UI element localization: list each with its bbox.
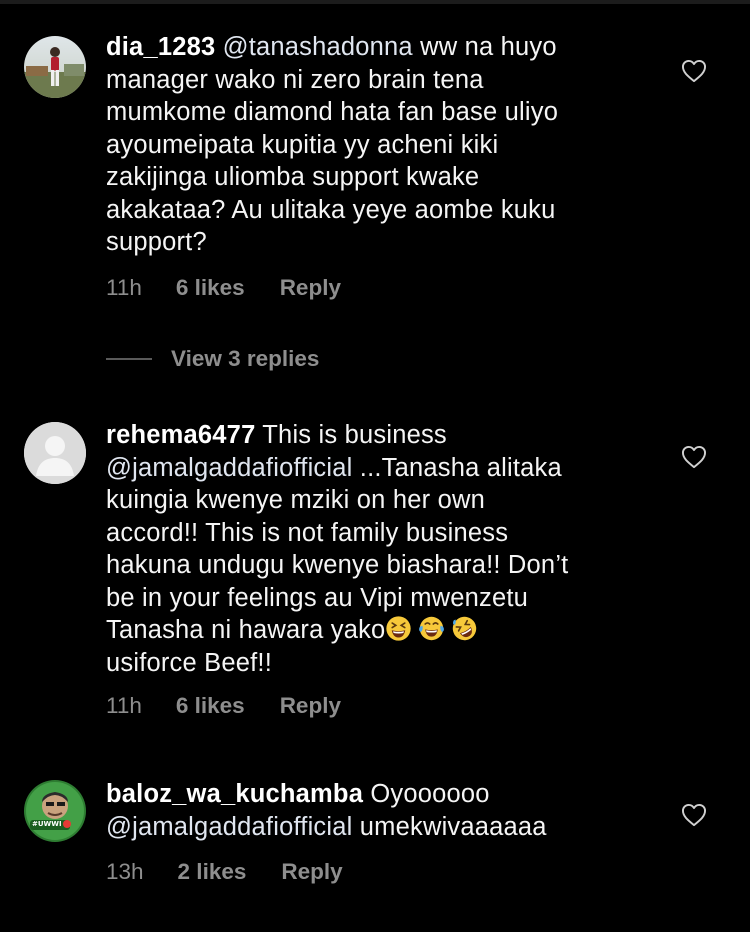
view-replies-label[interactable]: View 3 replies bbox=[171, 346, 319, 372]
comment-username[interactable]: dia_1283 bbox=[106, 33, 215, 61]
comment-line: Oyoooooo bbox=[370, 780, 490, 808]
comment-text: baloz_wa_kuchamba Oyoooooo @jamalgaddafi… bbox=[106, 778, 651, 843]
grinning-squinting-face-icon bbox=[386, 616, 412, 641]
reply-button[interactable]: Reply bbox=[281, 859, 342, 885]
comment-line: ...Tanasha alitaka bbox=[359, 453, 562, 482]
comment-meta: 11h 6 likes Reply bbox=[106, 275, 341, 301]
comment-line: zakijinga uliomba support kwake bbox=[106, 163, 480, 191]
heart-icon[interactable] bbox=[681, 59, 707, 83]
comment-text: rehema6477 This is business @jamalgaddaf… bbox=[106, 419, 651, 679]
comment-meta: 11h 6 likes Reply bbox=[106, 693, 341, 719]
comment-line: kuingia kwenye mziki on her own bbox=[106, 486, 485, 514]
avatar-badge-text: #UWWI bbox=[32, 820, 62, 828]
view-replies[interactable]: View 3 replies bbox=[106, 346, 319, 372]
comment-line: Tanasha ni hawara yako bbox=[106, 616, 386, 644]
comment-line: hakuna undugu kwenye biashara!! Don’t bbox=[106, 551, 569, 579]
comment-line: mumkome diamond hata fan base uliyo bbox=[106, 98, 559, 126]
comment-mention[interactable]: @tanashadonna bbox=[223, 33, 413, 61]
comment-line: accord!! This is not family business bbox=[106, 518, 509, 547]
comment-line: ayoumeipata kupitia yy acheni kiki bbox=[106, 130, 499, 159]
comment-mention[interactable]: @jamalgaddafiofficial bbox=[106, 813, 353, 841]
heart-icon[interactable] bbox=[681, 445, 707, 469]
reply-button[interactable]: Reply bbox=[280, 693, 341, 719]
comment-line: support? bbox=[106, 228, 207, 256]
comment-line: umekwivaaaaaa bbox=[359, 812, 547, 841]
face-with-tears-of-joy-icon bbox=[419, 616, 445, 641]
comment-username[interactable]: rehema6477 bbox=[106, 421, 255, 449]
comment-line: This is business bbox=[262, 421, 447, 449]
rolling-on-floor-laughing-icon bbox=[453, 616, 477, 641]
comment-line: ww na huyo bbox=[420, 33, 557, 61]
view-replies-line bbox=[106, 358, 152, 360]
heart-icon[interactable] bbox=[681, 803, 707, 827]
comment-likes[interactable]: 6 likes bbox=[176, 275, 245, 301]
comment-line: akakataa? Au ulitaka yeye aombe kuku bbox=[106, 195, 556, 224]
comment-username[interactable]: baloz_wa_kuchamba bbox=[106, 780, 363, 808]
avatar[interactable]: #UWWI bbox=[24, 780, 86, 842]
comment-time: 13h bbox=[106, 859, 144, 884]
comment-mention[interactable]: @jamalgaddafiofficial bbox=[106, 454, 353, 482]
comment-likes[interactable]: 2 likes bbox=[178, 859, 247, 885]
comment-line: manager wako ni zero brain tena bbox=[106, 65, 484, 94]
reply-button[interactable]: Reply bbox=[280, 275, 341, 301]
comment-likes[interactable]: 6 likes bbox=[176, 693, 245, 719]
comment-meta: 13h 2 likes Reply bbox=[106, 859, 343, 885]
comment-time: 11h bbox=[106, 275, 142, 300]
comment-text: dia_1283 @tanashadonna ww na huyo manage… bbox=[106, 31, 651, 259]
comment-line: be in your feelings au Vipi mwenzetu bbox=[106, 583, 529, 612]
avatar[interactable] bbox=[24, 36, 86, 98]
comment-line: usiforce Beef!! bbox=[106, 648, 272, 677]
top-divider bbox=[0, 0, 750, 4]
comment-time: 11h bbox=[106, 693, 142, 718]
avatar[interactable] bbox=[24, 422, 86, 484]
